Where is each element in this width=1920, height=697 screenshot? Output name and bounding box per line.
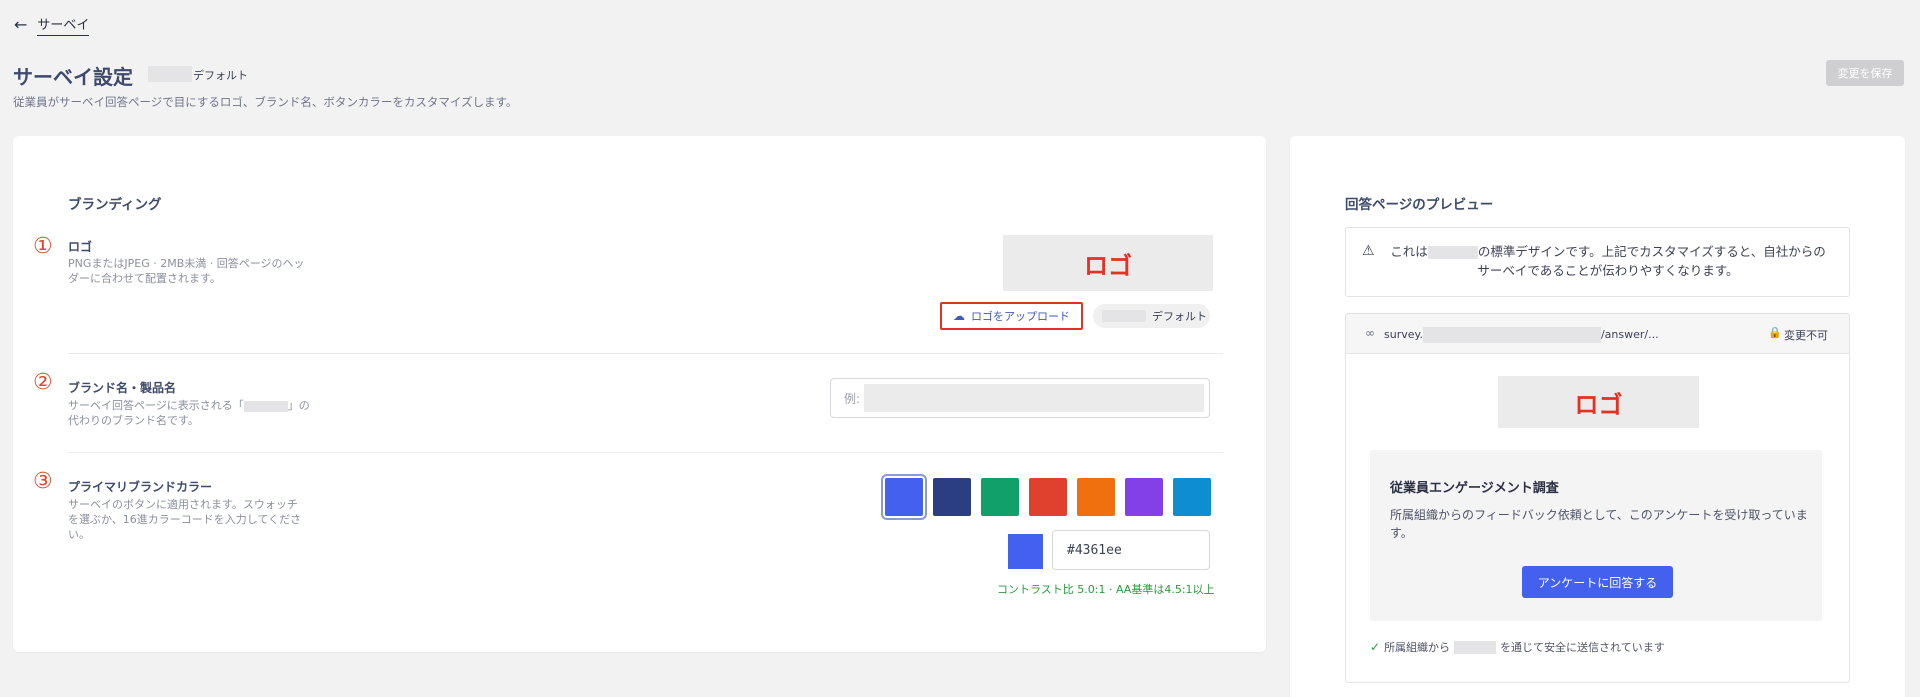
cloud-upload-icon: ☁	[953, 309, 965, 323]
link-icon: ∞	[1365, 326, 1375, 340]
branding-section-title: ブランディング	[68, 197, 162, 213]
warning-icon: ⚠	[1362, 243, 1375, 259]
color-swatch[interactable]	[881, 474, 927, 520]
color-swatch-row	[881, 474, 1211, 520]
survey-title: 従業員エンゲージメント調査	[1390, 481, 1559, 496]
answer-survey-button[interactable]: アンケートに回答する	[1522, 566, 1673, 598]
logo-label: ロゴ	[68, 240, 93, 254]
redacted-block	[1427, 246, 1478, 259]
preview-url: survey./answer/...	[1384, 327, 1659, 343]
url-locked-label: 変更不可	[1784, 329, 1828, 342]
divider	[68, 353, 1223, 354]
color-swatch[interactable]	[933, 478, 971, 516]
hex-color-input[interactable]: #4361ee	[1052, 530, 1210, 570]
color-swatch[interactable]	[1077, 478, 1115, 516]
lock-icon: 🔒	[1768, 326, 1782, 339]
color-swatch[interactable]	[1173, 478, 1211, 516]
page-subtitle: 従業員がサーベイ回答ページで目にするロゴ、ブランド名、ボタンカラーをカスタマイズ…	[13, 95, 518, 109]
divider	[68, 452, 1223, 453]
secure-delivery-note: ✓ 所属組織から を通じて安全に送信されています	[1370, 640, 1665, 654]
preview-section-title: 回答ページのプレビュー	[1345, 197, 1494, 213]
preview-url-bar: ∞ survey./answer/... 🔒 変更不可	[1346, 314, 1849, 354]
logo-preview: ロゴ	[1003, 235, 1213, 291]
brand-color-description: サーベイのボタンに適用されます。スウォッチ を選ぶか、16進カラーコードを入力し…	[68, 498, 302, 541]
brand-name-input[interactable]: 例:	[830, 378, 1210, 418]
redacted-block	[1422, 327, 1601, 343]
survey-invite-card: 従業員エンゲージメント調査 所属組織からのフィードバック依頼として、このアンケー…	[1370, 450, 1822, 621]
page-title: サーベイ設定	[13, 65, 133, 89]
color-swatch[interactable]	[981, 478, 1019, 516]
logo-description: PNGまたはJPEG · 2MB未満 · 回答ページのヘッ ダーに合わせて配置さ…	[68, 257, 305, 285]
redacted-block	[148, 66, 192, 82]
back-label: サーベイ	[37, 14, 90, 36]
redacted-block	[1102, 310, 1146, 322]
survey-description: 所属組織からのフィードバック依頼として、このアンケートを受け取っています。	[1390, 508, 1808, 540]
preview-logo-text: ロゴ	[1574, 390, 1623, 419]
default-logo-button[interactable]: デフォルト	[1093, 304, 1210, 328]
redacted-block	[1454, 640, 1497, 654]
back-link[interactable]: ← サーベイ	[14, 14, 90, 36]
step-number-2: ②	[33, 370, 53, 395]
color-swatch[interactable]	[1029, 478, 1067, 516]
page-title-suffix: デフォルト	[193, 69, 248, 82]
step-number-1: ①	[33, 234, 53, 259]
brand-color-label: プライマリブランドカラー	[68, 480, 213, 494]
redacted-block	[243, 400, 288, 412]
logo-placeholder-text: ロゴ	[1084, 251, 1132, 280]
color-swatch[interactable]	[1125, 478, 1163, 516]
preview-notice: ⚠ これは の標準デザインです。上記でカスタマイズすると、自社からの サーベイであ…	[1345, 227, 1850, 297]
current-color-preview	[1008, 534, 1043, 569]
upload-logo-button[interactable]: ☁ ロゴをアップロード	[940, 302, 1083, 330]
brand-name-description: サーベイ回答ページに表示される「 」の 代わりのブランド名です。	[68, 399, 310, 427]
preview-logo: ロゴ	[1498, 376, 1699, 428]
save-button[interactable]: 変更を保存	[1826, 60, 1904, 86]
redacted-block	[864, 384, 1205, 412]
check-circle-icon: ✓	[1370, 640, 1381, 654]
arrow-left-icon: ←	[14, 15, 28, 34]
step-number-3: ③	[33, 469, 53, 494]
answer-page-preview: ∞ survey./answer/... 🔒 変更不可 ロゴ 従業員エンゲージメ…	[1345, 313, 1850, 683]
contrast-ratio-text: コントラスト比 5.0:1 · AA基準は4.5:1以上	[997, 583, 1215, 596]
brand-name-label: ブランド名・製品名	[68, 381, 177, 395]
